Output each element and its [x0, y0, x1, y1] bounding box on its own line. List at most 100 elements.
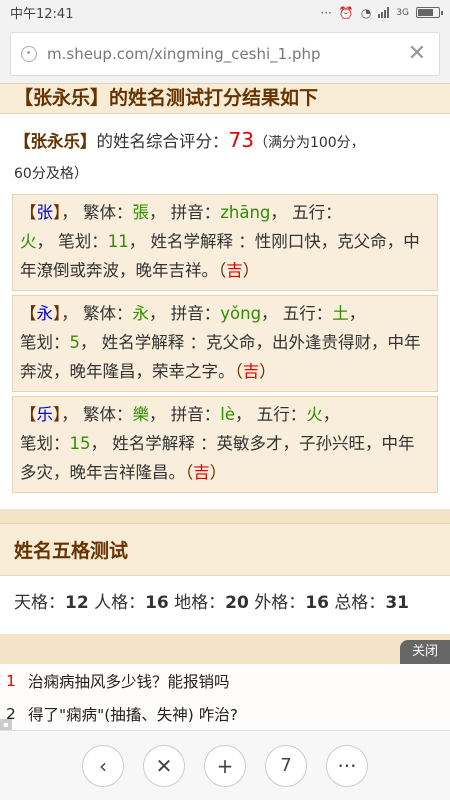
summary-name: 【张永乐】 [14, 132, 97, 151]
element-label: 五行： [256, 405, 307, 424]
wuge-value: 16 [145, 593, 169, 613]
bracket-open: 【 [20, 405, 37, 424]
strokes-label: 笔划： [20, 333, 70, 352]
char-card: 【张】， 繁体：張， 拼音：zhāng， 五行： 火， 笔划：11， 姓名学解释 … [12, 194, 438, 291]
sep: ， [261, 304, 278, 323]
result-body: 【张永乐】的姓名综合评分：73（满分为100分， 60分及格） 【张】， 繁体：張… [0, 114, 450, 509]
more-dots-icon: ··· [320, 5, 332, 20]
back-button[interactable]: ‹ [82, 744, 124, 787]
sep: ， [235, 405, 252, 424]
pinyin-label: 拼音： [170, 304, 221, 323]
ad-banner: 1 治痫病抽风多少钱？能报销吗 2 得了"痫病"(抽搐、失神) 咋治? [0, 664, 450, 730]
browser-toolbar: ‹ ✕ + 7 ··· [0, 730, 450, 800]
traditional-value: 永 [132, 304, 150, 323]
result-title: 【张永乐】 的姓名测试打分结果如下 [0, 84, 450, 114]
sep: ， [149, 304, 166, 323]
sep: ， [61, 405, 78, 424]
paren-close: ） [259, 362, 276, 381]
signal-icon [378, 7, 390, 18]
sep: ， [128, 232, 146, 251]
paren-open: （ [185, 463, 194, 482]
score-value: 73 [228, 128, 254, 152]
tabs-button[interactable]: 7 [265, 744, 307, 787]
more-dots-icon: ··· [337, 753, 357, 778]
bracket-open: 【 [20, 304, 37, 323]
ad-item-text: 得了"痫病"(抽搐、失神) 咋治? [28, 705, 239, 724]
char-card: 【永】， 繁体：永， 拼音：yǒng， 五行：土， 笔划：5， 姓名学解释 ：克父… [12, 295, 438, 392]
traditional-label: 繁体： [83, 203, 133, 222]
wuge-label: 人格： [94, 593, 146, 613]
paren-open: （ [218, 261, 227, 280]
wuge-value: 12 [65, 593, 89, 613]
pinyin-value: lè [220, 405, 235, 424]
result-title-suffix: 的姓名测试打分结果如下 [109, 87, 319, 109]
sep: ， [149, 203, 166, 222]
network-type: 3G [396, 7, 409, 18]
menu-button[interactable]: ··· [326, 744, 368, 787]
sep: ， [80, 333, 97, 352]
char-card: 【乐】， 繁体：樂， 拼音：lè， 五行：火， 笔划：15， 姓名学解释 ：英敏多… [12, 396, 438, 493]
score-summary: 【张永乐】的姓名综合评分：73（满分为100分， 60分及格） [12, 126, 438, 189]
status-icons: ··· ⏰ ◔ 3G [320, 5, 443, 20]
url-text[interactable]: m.sheup.com/xingming_ceshi_1.php [47, 45, 405, 63]
bracket-close: 】 [53, 304, 62, 323]
meaning-label: 姓名学解释 ： [101, 333, 206, 352]
paren-close: ） [209, 463, 227, 482]
battery-icon [416, 7, 443, 18]
wuge-value: 31 [385, 593, 409, 613]
sep: ， [36, 232, 54, 251]
wuge-value: 16 [305, 593, 329, 613]
char-value: 乐 [36, 405, 54, 424]
element-label: 五行： [282, 304, 333, 323]
close-page-button[interactable]: ✕ [143, 744, 185, 787]
pinyin-label: 拼音： [170, 405, 221, 424]
element-label: 五行： [292, 203, 342, 222]
bracket-close: 】 [53, 405, 62, 424]
sep: ， [90, 434, 108, 453]
ad-item-number: 1 [6, 671, 16, 690]
section-gap [0, 509, 450, 523]
char-value: 张 [36, 203, 54, 222]
paren-close: ） [242, 261, 260, 280]
plus-icon: + [216, 753, 234, 778]
chevron-left-icon: ‹ [99, 753, 107, 778]
new-tab-button[interactable]: + [204, 744, 246, 787]
ad-item[interactable]: 1 治痫病抽风多少钱？能报销吗 [0, 664, 450, 697]
strokes-value: 5 [69, 333, 81, 352]
traditional-label: 繁体： [83, 405, 133, 424]
pinyin-label: 拼音： [170, 203, 221, 222]
ad-item[interactable]: 2 得了"痫病"(抽搐、失神) 咋治? [0, 697, 450, 730]
traditional-value: 樂 [132, 405, 150, 424]
ad-item-text: 治痫病抽风多少钱？能报销吗 [28, 672, 230, 691]
bracket-close: 】 [53, 203, 62, 222]
strokes-label: 笔划： [58, 232, 108, 251]
luck-value: 吉 [226, 261, 243, 280]
luck-value: 吉 [193, 463, 210, 482]
strokes-value: 15 [69, 434, 91, 453]
sep: ， [61, 304, 78, 323]
element-value: 火 [20, 232, 37, 251]
status-bar: 中午12:41 ··· ⏰ ◔ 3G [0, 0, 450, 25]
sep: ， [149, 405, 166, 424]
wuge-title: 姓名五格测试 [0, 524, 450, 576]
element-value: 土 [332, 304, 349, 323]
pinyin-value: zhāng [220, 203, 271, 222]
char-value: 永 [36, 304, 54, 323]
ad-marker-icon: ▪ [0, 719, 12, 730]
pinyin-value: yǒng [220, 304, 262, 323]
sep: ， [348, 304, 366, 323]
sep: ， [270, 203, 287, 222]
meaning-label: 姓名学解释 ： [150, 232, 255, 251]
wuge-section: 姓名五格测试 天格：12 人格：16 地格：20 外格：16 总格：31 [0, 523, 450, 634]
sep: ， [322, 405, 340, 424]
wuge-label: 天格： [14, 593, 65, 613]
address-box[interactable]: m.sheup.com/xingming_ceshi_1.php ✕ [10, 32, 440, 76]
meaning-label: 姓名学解释 ： [112, 434, 217, 453]
ad-close-button[interactable]: 关闭 [400, 640, 450, 664]
close-icon[interactable]: ✕ [405, 43, 429, 65]
site-info-icon[interactable] [21, 46, 37, 62]
result-section: 【张永乐】 的姓名测试打分结果如下 【张永乐】的姓名综合评分：73（满分为100分… [0, 83, 450, 509]
wuge-body: 天格：12 人格：16 地格：20 外格：16 总格：31 [0, 576, 450, 634]
strokes-value: 11 [107, 232, 129, 251]
result-title-name: 【张永乐】 [14, 87, 110, 109]
